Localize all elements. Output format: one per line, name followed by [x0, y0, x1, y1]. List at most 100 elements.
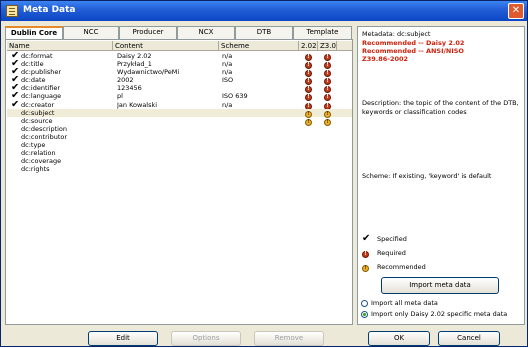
table-row[interactable]: dc:type: [7, 141, 352, 149]
metadata-name: dc:format: [21, 52, 53, 60]
metadata-scheme: n/a: [222, 68, 233, 77]
recommended-daisy: Recommended -- Daisy 2.02: [362, 39, 465, 47]
column-header-scheme[interactable]: Scheme: [219, 41, 299, 51]
legend-required-label: Required: [377, 249, 406, 257]
table-row[interactable]: ✔ dc:format Daisy 2.02 n/a!!: [7, 52, 352, 61]
info-panel: Metadata: dc:subject Recommended -- Dais…: [357, 26, 525, 325]
tab-dtb[interactable]: DTB: [235, 26, 293, 39]
table-row[interactable]: ✔ dc:identifier 123456!!: [7, 84, 352, 94]
check-icon: ✔: [11, 52, 20, 60]
check-icon: ✔: [362, 233, 371, 244]
metadata-content: Przykład_1: [117, 60, 152, 69]
tab-ncx[interactable]: NCX: [177, 26, 235, 39]
check-icon: ✔: [11, 68, 20, 77]
table-row[interactable]: ✔ dc:language pl ISO 639!!: [7, 92, 352, 102]
check-icon: ✔: [11, 100, 20, 109]
column-header-content[interactable]: Content: [113, 41, 219, 51]
table-rows: ✔ dc:format Daisy 2.02 n/a!! ✔ dc:title Przykł…: [7, 52, 352, 173]
tab-producer[interactable]: Producer: [119, 26, 177, 39]
close-icon: ✕: [511, 5, 521, 16]
legend-recommended: ! Recommended: [362, 262, 426, 272]
metadata-content: Wydawnictwo/PeMi: [117, 68, 180, 77]
metadata-name: dc:date: [21, 76, 46, 85]
legend-recommended-label: Recommended: [377, 263, 426, 271]
table-row[interactable]: dc:contributor: [7, 133, 352, 141]
metadata-content: pl: [117, 92, 123, 101]
metadata-name: dc:source: [21, 116, 53, 125]
scheme-note: Scheme: If existing, 'keyword' is defaul…: [362, 172, 492, 180]
metadata-name: dc:type: [21, 141, 46, 150]
meta-data-window: Meta Data ✕ Dublin Core NCC Producer NCX…: [0, 0, 528, 347]
button-bar: Edit Options Remove OK Cancel: [1, 326, 527, 348]
metadata-name: dc:publisher: [21, 68, 62, 77]
table-row[interactable]: ✔ dc:publisher Wydawnictwo/PeMi n/a!!: [7, 68, 352, 78]
metadata-content: 2002: [117, 76, 134, 85]
check-icon: ✔: [11, 92, 20, 101]
legend-required: ! Required: [362, 248, 406, 258]
metadata-scheme: n/a: [222, 52, 233, 60]
exclamation-red-icon: !: [362, 251, 369, 258]
metadata-name: dc:contributor: [21, 132, 68, 141]
metadata-table: Name Content Scheme 2.02 Z3.0 ✔ dc:format…: [5, 39, 353, 325]
ok-button[interactable]: OK: [368, 331, 430, 346]
metadata-content: 123456: [117, 84, 142, 93]
tab-strip: Dublin Core NCC Producer NCX DTB Templat…: [5, 26, 353, 40]
column-header-daisy202[interactable]: 2.02: [299, 41, 318, 51]
table-row[interactable]: dc:subject!!: [7, 108, 352, 118]
metadata-content: Daisy 2.02: [117, 52, 152, 60]
window-title: Meta Data: [23, 5, 76, 15]
edit-button[interactable]: Edit: [88, 331, 158, 346]
import-daisy-label: Import only Daisy 2.02 specific meta dat…: [371, 310, 508, 318]
metadata-name: dc:description: [21, 124, 68, 133]
tab-ncc[interactable]: NCC: [63, 26, 119, 39]
document-icon: [6, 5, 18, 17]
column-header-name[interactable]: Name: [7, 41, 113, 51]
close-button[interactable]: ✕: [508, 3, 524, 19]
check-icon: ✔: [11, 76, 20, 85]
title-bar: Meta Data ✕: [1, 1, 527, 21]
table-row[interactable]: dc:relation: [7, 149, 352, 157]
table-row[interactable]: ✔ dc:date 2002 ISO!!: [7, 76, 352, 86]
remove-button[interactable]: Remove: [254, 331, 324, 346]
import-daisy-radio[interactable]: [361, 311, 368, 318]
metadata-name: dc:coverage: [21, 157, 62, 166]
options-button[interactable]: Options: [171, 331, 241, 346]
legend-recommended-symbol: !: [362, 262, 372, 272]
table-row[interactable]: dc:source!!: [7, 116, 352, 126]
table-row[interactable]: ✔ dc:title Przykład_1 n/a!!: [7, 60, 352, 70]
metadata-heading: Metadata: dc:subject: [362, 30, 431, 38]
table-row[interactable]: dc:coverage: [7, 157, 352, 165]
metadata-scheme: n/a: [222, 60, 233, 69]
metadata-scheme: ISO 639: [222, 92, 248, 101]
import-all-label: Import all meta data: [371, 299, 438, 307]
metadata-name: dc:identifier: [21, 84, 61, 93]
recommended-ansi: Recommended -- ANSI/NISO: [362, 47, 464, 55]
metadata-description: Description: the topic of the content of…: [362, 99, 519, 116]
tab-template[interactable]: Template: [293, 26, 352, 39]
table-header: Name Content Scheme 2.02 Z3.0: [7, 41, 352, 51]
metadata-scheme: n/a: [222, 100, 233, 109]
check-icon: ✔: [11, 60, 20, 69]
legend-specified-label: Specified: [377, 235, 407, 243]
import-meta-data-button[interactable]: Import meta data: [381, 277, 499, 294]
legend-required-symbol: !: [362, 248, 372, 258]
tab-dublin-core[interactable]: Dublin Core: [5, 26, 63, 40]
check-icon: ✔: [11, 84, 20, 93]
table-row[interactable]: dc:description: [7, 125, 352, 133]
recommended-z3986: Z39.86-2002: [362, 55, 409, 63]
legend-specified: ✔ Specified: [362, 233, 407, 244]
column-header-z3986[interactable]: Z3.0: [318, 41, 337, 51]
import-all-radio[interactable]: [361, 300, 368, 307]
metadata-name: dc:rights: [21, 165, 50, 174]
table-row[interactable]: ✔ dc:creator Jan Kowalski n/a!!: [7, 100, 352, 110]
metadata-content: Jan Kowalski: [117, 100, 158, 109]
exclamation-yellow-icon: !: [362, 265, 369, 272]
metadata-name: dc:subject: [21, 108, 55, 117]
metadata-name: dc:language: [21, 92, 62, 101]
cancel-button[interactable]: Cancel: [438, 331, 500, 346]
metadata-name: dc:creator: [21, 100, 55, 109]
table-row[interactable]: dc:rights: [7, 165, 352, 173]
metadata-scheme: ISO: [222, 76, 234, 85]
metadata-name: dc:relation: [21, 149, 56, 158]
metadata-name: dc:title: [21, 60, 44, 69]
